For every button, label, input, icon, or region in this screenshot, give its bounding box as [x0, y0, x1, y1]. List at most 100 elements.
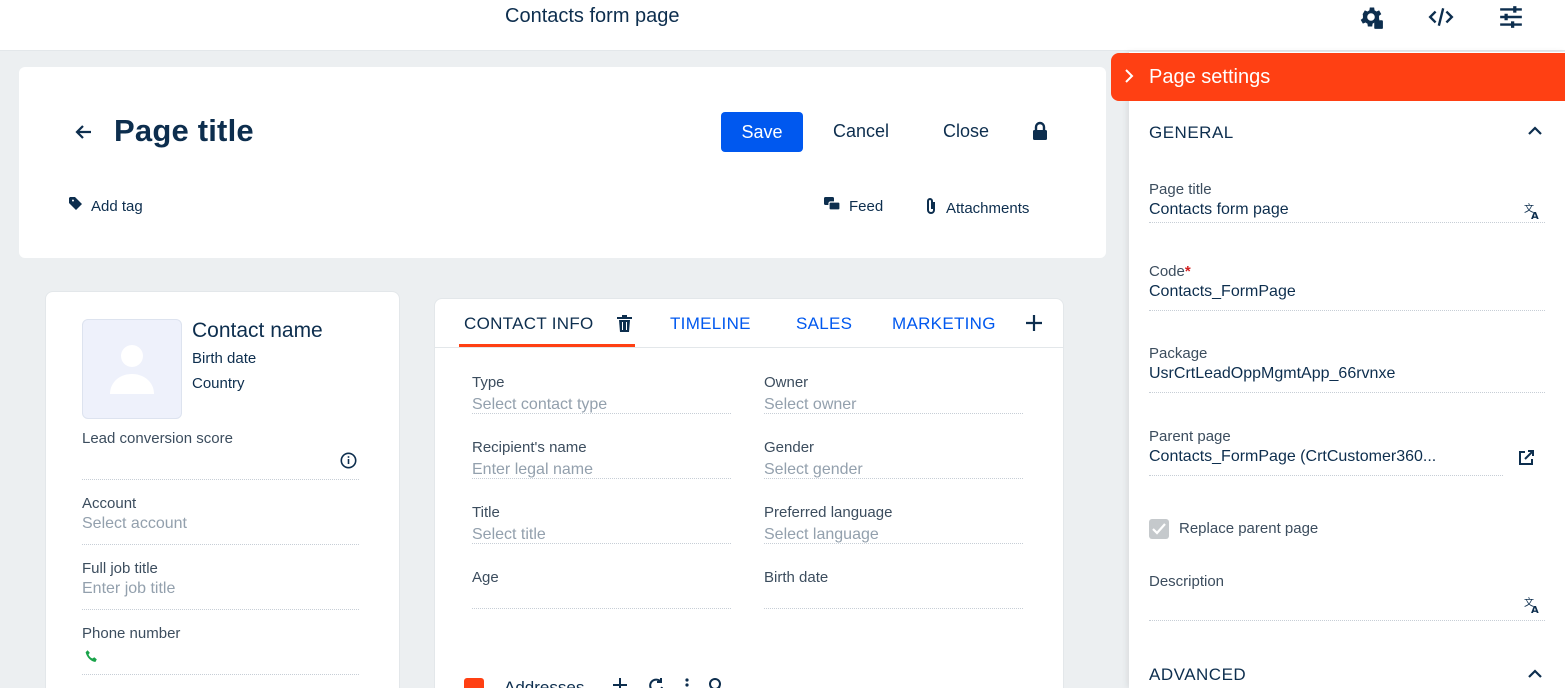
- recipient-name-label: Recipient's name: [472, 439, 587, 456]
- paperclip-icon: [924, 197, 938, 219]
- type-value: Select contact type: [472, 396, 608, 413]
- trash-icon[interactable]: [617, 315, 632, 337]
- open-external-icon[interactable]: [1518, 450, 1534, 471]
- account-value: Select account: [82, 515, 187, 532]
- job-title-value: Enter job title: [82, 580, 176, 597]
- phone-icon[interactable]: [84, 649, 100, 670]
- person-icon: [110, 345, 154, 394]
- addresses-header: Addresses: [464, 677, 724, 688]
- chevron-up-icon[interactable]: [1527, 124, 1543, 143]
- tab-sales[interactable]: SALES: [796, 314, 852, 334]
- preferred-language-value: Select language: [764, 526, 879, 543]
- avatar[interactable]: [82, 319, 182, 419]
- owner-label: Owner: [764, 374, 809, 391]
- type-field[interactable]: Type Select contact type: [472, 374, 731, 414]
- age-field[interactable]: Age: [472, 569, 731, 609]
- checkmark-icon: [1152, 523, 1166, 535]
- tab-bar: CONTACT INFO TIMELINE SALES MARKETING: [434, 298, 1064, 348]
- feed-button[interactable]: Feed: [824, 197, 883, 216]
- sliders-icon[interactable]: [1497, 4, 1525, 30]
- more-vertical-icon[interactable]: [684, 677, 690, 688]
- cancel-button[interactable]: Cancel: [833, 121, 889, 142]
- translate-icon[interactable]: 文A: [1524, 202, 1540, 224]
- code-icon[interactable]: [1427, 4, 1455, 30]
- attachments-button[interactable]: Attachments: [924, 197, 1029, 219]
- description-setting[interactable]: Description 文A: [1149, 573, 1545, 621]
- gender-label: Gender: [764, 439, 815, 456]
- package-setting[interactable]: Package UsrCrtLeadOppMgmtApp_66rvnxe: [1149, 345, 1545, 393]
- phone-label: Phone number: [82, 625, 181, 642]
- gender-field[interactable]: Gender Select gender: [764, 439, 1023, 479]
- top-bar: Contacts form page: [0, 0, 1565, 51]
- owner-field[interactable]: Owner Select owner: [764, 374, 1023, 414]
- gender-value: Select gender: [764, 461, 863, 478]
- page-settings-title: Page settings: [1149, 66, 1271, 88]
- advanced-section-title[interactable]: ADVANCED: [1149, 665, 1246, 685]
- search-icon[interactable]: [708, 677, 724, 688]
- birth-date-label: Birth date: [764, 569, 829, 586]
- job-title-label: Full job title: [82, 560, 158, 577]
- feed-icon: [824, 197, 841, 216]
- parent-page-setting-value: Contacts_FormPage (CrtCustomer360...: [1149, 448, 1437, 465]
- lead-score-field[interactable]: Lead conversion score: [82, 430, 359, 480]
- chevron-right-icon[interactable]: [1123, 67, 1135, 90]
- lead-score-label: Lead conversion score: [82, 430, 233, 447]
- account-label: Account: [82, 495, 137, 512]
- details-card: [434, 298, 1064, 688]
- page-title-setting-label: Page title: [1149, 181, 1212, 198]
- tab-marketing[interactable]: MARKETING: [892, 314, 996, 334]
- page-settings-header[interactable]: Page settings: [1111, 53, 1565, 101]
- svg-text:A: A: [1531, 211, 1539, 219]
- type-label: Type: [472, 374, 505, 391]
- close-button[interactable]: Close: [943, 121, 989, 142]
- tab-timeline[interactable]: TIMELINE: [670, 314, 751, 334]
- page-title: Page title: [114, 113, 254, 148]
- tag-icon: [69, 197, 83, 215]
- package-setting-label: Package: [1149, 345, 1208, 362]
- birth-date-text: Birth date: [192, 350, 257, 367]
- save-button[interactable]: Save: [721, 112, 803, 152]
- parent-page-setting[interactable]: Parent page Contacts_FormPage (CrtCustom…: [1149, 428, 1503, 476]
- attachments-label: Attachments: [946, 199, 1030, 217]
- general-section-title[interactable]: GENERAL: [1149, 123, 1234, 143]
- lock-icon[interactable]: [1031, 121, 1049, 146]
- account-field[interactable]: Account Select account: [82, 495, 359, 545]
- refresh-icon[interactable]: [648, 677, 664, 688]
- addresses-icon: [464, 677, 484, 688]
- job-title-field[interactable]: Full job title Enter job title: [82, 560, 359, 610]
- description-setting-label: Description: [1149, 573, 1225, 590]
- title-field[interactable]: Title Select title: [472, 504, 731, 544]
- active-tab-indicator: [459, 344, 635, 347]
- designer-page-title: Contacts form page: [505, 5, 680, 27]
- code-setting-label: Code: [1149, 263, 1185, 280]
- page-title-setting-value: Contacts form page: [1149, 201, 1289, 218]
- add-tab-icon[interactable]: [1025, 314, 1043, 337]
- chevron-up-icon[interactable]: [1527, 667, 1543, 686]
- contact-name: Contact name: [192, 319, 323, 342]
- title-value: Select title: [472, 526, 546, 543]
- replace-parent-checkbox[interactable]: [1149, 519, 1169, 539]
- age-label: Age: [472, 569, 499, 586]
- back-arrow-icon[interactable]: [72, 120, 96, 144]
- page-header-card: [19, 67, 1106, 258]
- recipient-name-field[interactable]: Recipient's name Enter legal name: [472, 439, 731, 479]
- title-label: Title: [472, 504, 500, 521]
- add-address-icon[interactable]: [612, 677, 628, 688]
- info-icon[interactable]: [340, 452, 357, 474]
- birth-date-field[interactable]: Birth date: [764, 569, 1023, 609]
- code-setting[interactable]: Code* Contacts_FormPage: [1149, 263, 1545, 311]
- add-tag-button[interactable]: Add tag: [69, 197, 143, 215]
- add-tag-label: Add tag: [91, 197, 143, 215]
- recipient-name-value: Enter legal name: [472, 461, 593, 478]
- required-mark: *: [1184, 263, 1191, 280]
- addresses-label: Addresses: [504, 677, 585, 688]
- settings-gear-icon[interactable]: [1357, 4, 1385, 30]
- tab-contact-info[interactable]: CONTACT INFO: [464, 314, 594, 334]
- feed-label: Feed: [849, 198, 884, 215]
- owner-value: Select owner: [764, 396, 857, 413]
- phone-field[interactable]: Phone number: [82, 625, 359, 675]
- translate-icon[interactable]: 文A: [1524, 596, 1540, 618]
- preferred-language-field[interactable]: Preferred language Select language: [764, 504, 1023, 544]
- page-title-setting[interactable]: Page title Contacts form page 文A: [1149, 181, 1545, 223]
- replace-parent-label: Replace parent page: [1179, 520, 1319, 537]
